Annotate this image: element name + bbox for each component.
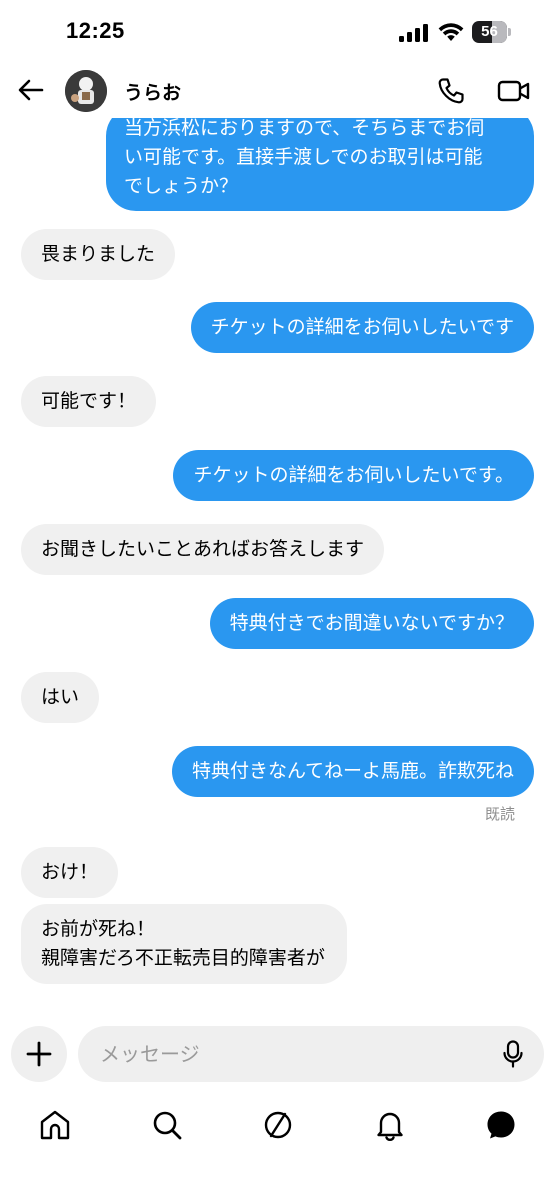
message-outgoing[interactable]: チケットの詳細をお伺いしたいです。: [173, 450, 534, 501]
message-incoming[interactable]: はい: [21, 672, 100, 723]
avatar[interactable]: [65, 70, 107, 112]
explore-icon[interactable]: [261, 1108, 295, 1142]
back-arrow-icon[interactable]: [16, 76, 46, 104]
message-outgoing[interactable]: 当方浜松におりますので、そちらまでお伺 い可能です。直接手渡しでのお取引は可能 …: [106, 118, 534, 211]
message-incoming[interactable]: お聞きしたいことあればお答えします: [21, 524, 385, 575]
bottom-navigation: [0, 1100, 555, 1160]
wifi-icon: [438, 23, 464, 41]
battery-level: 56: [481, 23, 498, 40]
chat-bubble-icon[interactable]: [484, 1108, 518, 1142]
message-outgoing[interactable]: 特典付きでお間違いないですか？: [209, 598, 534, 649]
contact-name[interactable]: うらお: [124, 78, 181, 105]
message-outgoing[interactable]: 特典付きなんてねーよ馬鹿。詐欺死ね: [171, 746, 534, 797]
status-bar: 12:25 56: [0, 0, 555, 62]
avatar-image: [65, 70, 107, 112]
message-incoming[interactable]: 可能です！: [21, 376, 157, 427]
message-incoming[interactable]: おけ！: [21, 847, 119, 898]
message-incoming[interactable]: 畏まりました: [21, 229, 176, 280]
video-camera-icon[interactable]: [497, 76, 531, 106]
message-outgoing[interactable]: チケットの詳細をお伺いしたいです: [190, 302, 534, 353]
cellular-signal-icon: [399, 24, 428, 42]
plus-icon: [26, 1041, 52, 1067]
add-attachment-button[interactable]: [11, 1026, 67, 1082]
search-icon[interactable]: [150, 1108, 184, 1142]
chat-header: うらお: [0, 62, 555, 118]
message-input[interactable]: [100, 1026, 490, 1082]
bell-icon[interactable]: [373, 1108, 407, 1142]
read-receipt: 既読: [484, 805, 515, 823]
status-time: 12:25: [66, 18, 125, 43]
battery-icon: 56: [472, 21, 512, 43]
message-thread[interactable]: 当方浜松におりますので、そちらまでお伺 い可能です。直接手渡しでのお取引は可能 …: [0, 118, 555, 1018]
message-composer[interactable]: [78, 1026, 544, 1082]
home-icon[interactable]: [38, 1108, 72, 1142]
phone-icon[interactable]: [436, 76, 466, 106]
message-incoming[interactable]: お前が死ね！ 親障害だろ不正転売目的障害者が: [21, 904, 347, 984]
microphone-icon[interactable]: [502, 1040, 524, 1068]
